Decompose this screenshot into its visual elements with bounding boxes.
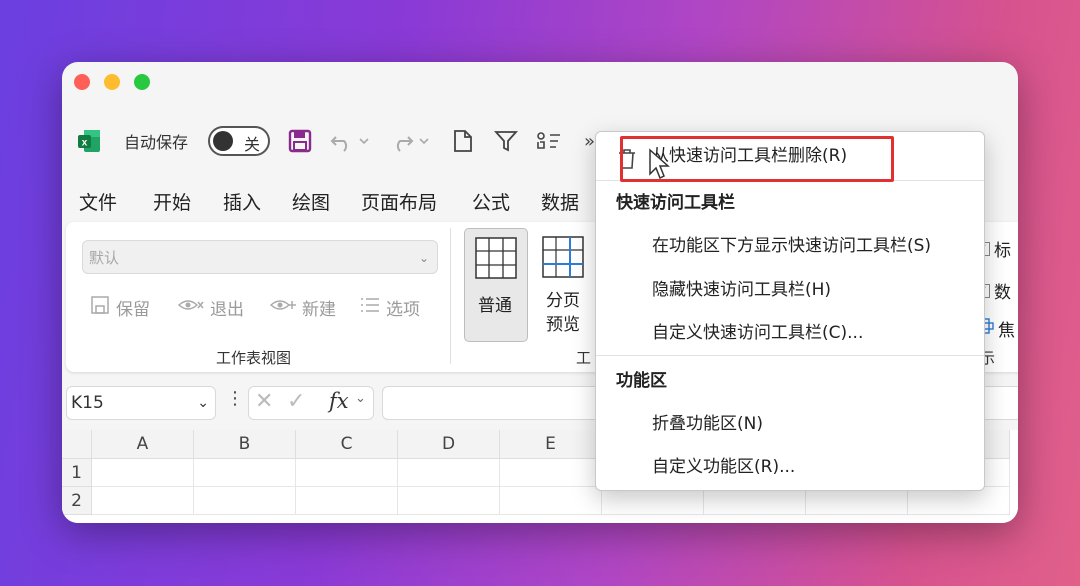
keep-button[interactable]: 保留	[90, 294, 150, 320]
page-break-icon	[542, 236, 584, 282]
insert-function-icon[interactable]: fx	[329, 389, 349, 413]
customize-qat-item[interactable]: 自定义快速访问工具栏(C)...	[596, 315, 984, 351]
menu-divider	[596, 355, 984, 356]
cell[interactable]	[398, 459, 500, 487]
autosave-toggle[interactable]: 关	[208, 124, 270, 158]
cell[interactable]	[602, 487, 704, 515]
row-header[interactable]: 1	[62, 459, 92, 487]
more-vertical-icon[interactable]: ⋮	[226, 388, 244, 409]
close-window-button[interactable]	[74, 74, 90, 90]
cell[interactable]	[194, 487, 296, 515]
exit-button[interactable]: 退出	[177, 294, 244, 320]
tab-insert[interactable]: 插入	[223, 188, 261, 215]
undo-icon[interactable]	[330, 124, 370, 158]
hide-qat-label: 隐藏快速访问工具栏(H)	[652, 280, 832, 300]
cell[interactable]	[500, 487, 602, 515]
new-document-icon[interactable]	[452, 124, 474, 158]
cell[interactable]	[296, 487, 398, 515]
excel-logo-icon: x	[76, 124, 102, 158]
mouse-cursor-icon	[648, 148, 670, 184]
eye-icon	[177, 297, 204, 318]
customize-qat-label: 自定义快速访问工具栏(C)...	[652, 323, 864, 343]
select-all-corner[interactable]	[62, 430, 92, 459]
show-below-ribbon-label: 在功能区下方显示快速访问工具栏(S)	[652, 236, 932, 256]
chevron-down-icon[interactable]: ⌄	[197, 387, 209, 419]
filter-icon[interactable]	[494, 124, 518, 158]
eye-add-icon	[269, 297, 296, 318]
show-item-1-label: 标	[994, 241, 1011, 261]
cell[interactable]	[806, 487, 908, 515]
name-box-value: K15	[71, 393, 104, 413]
options-button[interactable]: 选项	[360, 294, 420, 320]
chevron-down-icon: ⌄	[418, 251, 429, 265]
cancel-icon[interactable]: ✕	[255, 389, 273, 414]
column-header[interactable]: E	[500, 430, 602, 459]
cell[interactable]	[398, 487, 500, 515]
page-break-label-1: 分页	[546, 291, 580, 311]
save-icon[interactable]	[288, 124, 312, 158]
normal-view-button[interactable]: 普通	[464, 228, 528, 342]
workbook-view-group-label: 工	[576, 349, 592, 367]
tab-formulas[interactable]: 公式	[472, 188, 510, 215]
column-header[interactable]: B	[194, 430, 296, 459]
keep-label: 保留	[116, 299, 150, 320]
options-label: 选项	[386, 299, 420, 320]
normal-view-label: 普通	[478, 296, 512, 316]
column-header[interactable]: D	[398, 430, 500, 459]
column-header[interactable]: A	[92, 430, 194, 459]
tab-data[interactable]: 数据	[541, 188, 579, 215]
qat-context-menu: 从快速访问工具栏删除(R) 快速访问工具栏 在功能区下方显示快速访问工具栏(S)…	[595, 131, 985, 491]
page-break-label-2: 预览	[546, 315, 580, 335]
autosave-toggle-state: 关	[244, 135, 261, 154]
ribbon-section-header: 功能区	[616, 371, 667, 391]
cell[interactable]	[296, 459, 398, 487]
customize-ribbon-label: 自定义功能区(R)...	[652, 457, 796, 477]
name-box[interactable]: K15 ⌄	[66, 386, 216, 420]
tab-page-layout[interactable]: 页面布局	[361, 188, 437, 215]
tab-home[interactable]: 开始	[153, 188, 191, 215]
more-commands-icon[interactable]: »	[584, 124, 595, 158]
sheet-view-group-label: 工作表视图	[216, 349, 292, 367]
focus-cell-label: 焦	[998, 321, 1015, 341]
cell[interactable]	[908, 487, 1010, 515]
cell[interactable]	[194, 459, 296, 487]
minimize-window-button[interactable]	[104, 74, 120, 90]
cell[interactable]	[500, 459, 602, 487]
column-header[interactable]: C	[296, 430, 398, 459]
new-view-label: 新建	[302, 299, 336, 320]
sheet-view-combo-value: 默认	[89, 249, 120, 267]
cell[interactable]	[92, 459, 194, 487]
collapse-ribbon-label: 折叠功能区(N)	[652, 414, 763, 434]
show-item-2-label: 数	[994, 283, 1011, 303]
show-below-ribbon-item[interactable]: 在功能区下方显示快速访问工具栏(S)	[596, 228, 984, 264]
page-break-preview-button[interactable]: 分页 预览	[540, 234, 586, 342]
tab-draw[interactable]: 绘图	[292, 188, 330, 215]
keep-icon	[90, 295, 110, 320]
svg-text:x: x	[82, 138, 88, 149]
cell[interactable]	[92, 487, 194, 515]
hide-qat-item[interactable]: 隐藏快速访问工具栏(H)	[596, 272, 984, 308]
new-view-button[interactable]: 新建	[269, 294, 336, 320]
exit-label: 退出	[210, 299, 244, 320]
autosave-label: 自动保存	[124, 133, 189, 152]
cell[interactable]	[704, 487, 806, 515]
chevron-down-icon[interactable]: ⌄	[355, 391, 366, 406]
list-icon	[360, 297, 380, 318]
zoom-window-button[interactable]	[134, 74, 150, 90]
sort-icon[interactable]	[536, 124, 564, 158]
grid-icon	[475, 237, 517, 283]
row-header[interactable]: 2	[62, 487, 92, 515]
customize-ribbon-item[interactable]: 自定义功能区(R)...	[596, 449, 984, 485]
formula-actions: ✕ ✓ fx ⌄	[248, 386, 374, 420]
collapse-ribbon-item[interactable]: 折叠功能区(N)	[596, 406, 984, 442]
tab-file[interactable]: 文件	[79, 188, 117, 215]
sheet-view-combo[interactable]: 默认 ⌄	[82, 240, 438, 274]
qat-section-header: 快速访问工具栏	[616, 193, 735, 213]
confirm-icon[interactable]: ✓	[287, 389, 305, 414]
group-divider	[450, 228, 451, 364]
redo-icon[interactable]	[390, 124, 430, 158]
